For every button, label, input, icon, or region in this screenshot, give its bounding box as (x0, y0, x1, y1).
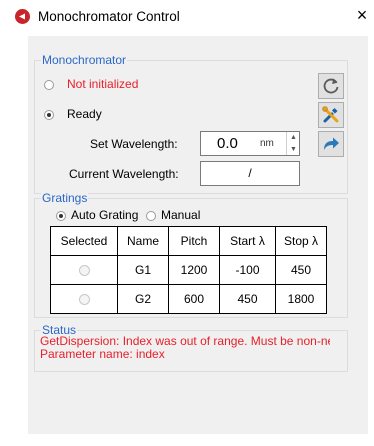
selected-cell[interactable] (50, 284, 118, 314)
status-message: GetDispersion: Index was out of range. M… (40, 335, 330, 361)
table-header-row: Selected Name Pitch Start λ Stop λ (50, 226, 327, 256)
ready-radio[interactable] (44, 110, 54, 120)
ready-label: Ready (67, 107, 102, 121)
status-group: Status GetDispersion: Index was out of r… (34, 323, 348, 372)
spin-up-icon[interactable]: ▲ (287, 132, 300, 143)
column-header-name: Name (117, 226, 169, 256)
gratings-table: Selected Name Pitch Start λ Stop λ G1 12… (50, 226, 327, 314)
app-icon (15, 9, 30, 24)
table-row[interactable]: G2 600 450 1800 (50, 284, 327, 314)
selected-cell[interactable] (50, 255, 118, 285)
wavelength-unit: nm (260, 138, 274, 149)
close-button[interactable]: × (352, 4, 372, 26)
wavelength-spinner: ▲ ▼ (286, 132, 300, 155)
set-wavelength-input[interactable]: 0.0 nm ▲ ▼ (200, 131, 300, 156)
title-bar: Monochromator Control × (0, 0, 374, 38)
window-title: Monochromator Control (38, 9, 180, 24)
grating-select-radio[interactable] (78, 265, 90, 277)
current-wavelength-label: Current Wavelength: (69, 167, 179, 181)
manual-label: Manual (161, 208, 201, 222)
gratings-group-label: Gratings (41, 191, 89, 205)
pitch-cell: 600 (168, 284, 220, 314)
auto-grating-radio[interactable] (56, 211, 66, 221)
current-wavelength-field: / (200, 161, 300, 186)
refresh-button[interactable] (318, 73, 344, 99)
spin-down-icon[interactable]: ▼ (287, 144, 300, 155)
stop-cell: 450 (275, 255, 327, 285)
not-initialized-radio[interactable] (44, 80, 54, 90)
share-arrow-icon (324, 137, 339, 150)
tools-icon (322, 106, 339, 123)
stop-cell: 1800 (275, 284, 327, 314)
start-cell: -100 (219, 255, 276, 285)
column-header-start: Start λ (219, 226, 276, 256)
grating-select-radio[interactable] (78, 294, 90, 306)
manual-radio[interactable] (146, 211, 156, 221)
set-wavelength-value: 0.0 (217, 135, 238, 152)
status-line-2: Parameter name: index (40, 347, 165, 361)
not-initialized-label: Not initialized (67, 77, 139, 91)
pitch-cell: 1200 (168, 255, 220, 285)
monochromator-group-label: Monochromator (41, 53, 128, 67)
column-header-pitch: Pitch (168, 226, 220, 256)
table-row[interactable]: G1 1200 -100 450 (50, 255, 327, 285)
column-header-selected: Selected (50, 226, 118, 256)
export-button[interactable] (318, 131, 344, 157)
name-cell: G2 (117, 284, 169, 314)
name-cell: G1 (117, 255, 169, 285)
auto-grating-label: Auto Grating (71, 208, 139, 222)
start-cell: 450 (219, 284, 276, 314)
refresh-icon (323, 78, 339, 94)
monochromator-window: Monochromator Control × Monochromator No… (0, 0, 374, 446)
set-wavelength-label: Set Wavelength: (90, 137, 178, 151)
column-header-stop: Stop λ (275, 226, 327, 256)
settings-tools-button[interactable] (318, 102, 344, 128)
